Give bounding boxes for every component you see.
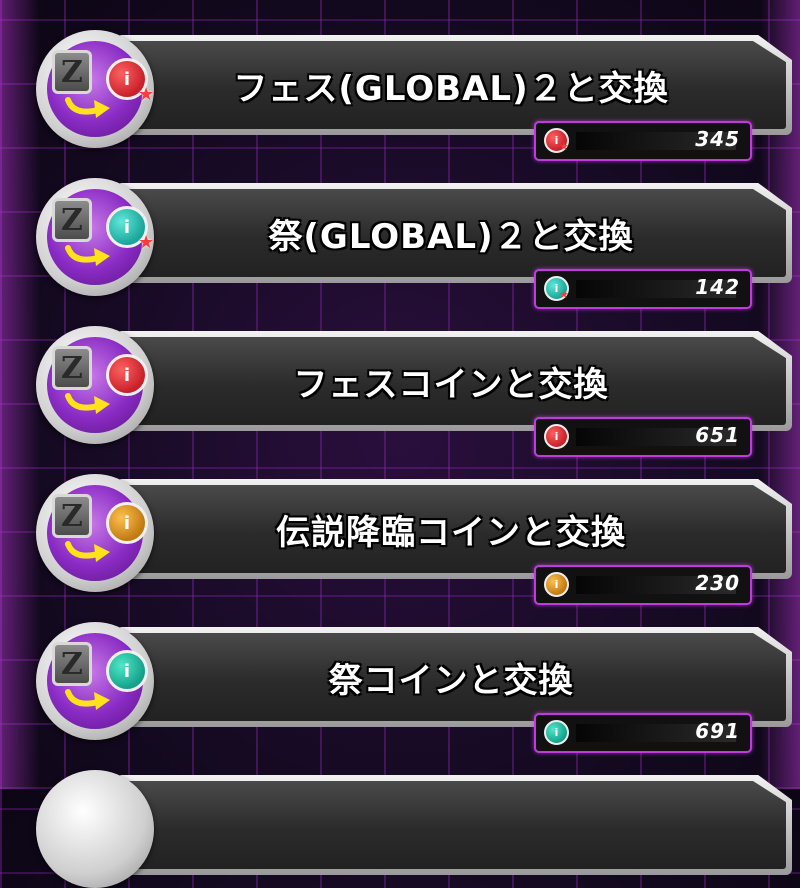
fes-coin-icon: i bbox=[106, 354, 148, 396]
exchange-arrow-icon bbox=[65, 689, 110, 710]
coin-count-value: 230 bbox=[695, 571, 740, 595]
coin-count-box: i 230 bbox=[534, 565, 752, 605]
star-icon: ★ bbox=[138, 84, 155, 105]
exchange-medallion: Z i ★ bbox=[36, 30, 154, 148]
exchange-arrow-icon bbox=[65, 541, 110, 562]
star-icon: ★ bbox=[559, 140, 569, 153]
exchange-row[interactable]: フェス(GLOBAL)２と交換 Z i ★ i ★ 345 bbox=[36, 30, 792, 165]
coin-count-box: i 651 bbox=[534, 417, 752, 457]
exchange-row[interactable]: 伝説降臨コインと交換 Z i i 230 bbox=[36, 474, 792, 609]
legend-coin-icon: i bbox=[106, 502, 148, 544]
left-border-glow bbox=[0, 0, 40, 789]
exchange-row[interactable]: 祭(GLOBAL)２と交換 Z i ★ i ★ 142 bbox=[36, 178, 792, 313]
coin-count-box: i 691 bbox=[534, 713, 752, 753]
exchange-button-label[interactable]: フェスコインと交換 bbox=[156, 339, 746, 423]
fes-coin-icon: i bbox=[544, 424, 569, 449]
exchange-row[interactable]: フェスコインと交換 Z i i 651 bbox=[36, 326, 792, 461]
coin-count-value: 345 bbox=[695, 127, 740, 151]
z-medal-icon: Z bbox=[52, 494, 92, 538]
exchange-button-label[interactable]: 祭(GLOBAL)２と交換 bbox=[156, 191, 746, 275]
matsuri-coin-icon: i bbox=[544, 720, 569, 745]
coin-count-value: 651 bbox=[695, 423, 740, 447]
exchange-arrow-icon bbox=[65, 393, 110, 414]
next-exchange-row-partial[interactable] bbox=[36, 770, 792, 888]
star-icon: ★ bbox=[559, 288, 569, 301]
exchange-arrow-icon bbox=[65, 97, 110, 118]
matsuri-coin-icon: i bbox=[106, 650, 148, 692]
exchange-medallion: Z i bbox=[36, 326, 154, 444]
exchange-medallion bbox=[36, 770, 154, 888]
exchange-button-label[interactable]: 祭コインと交換 bbox=[156, 635, 746, 719]
legend-coin-icon: i bbox=[544, 572, 569, 597]
exchange-button-label[interactable]: フェス(GLOBAL)２と交換 bbox=[156, 43, 746, 127]
coin-count-value: 691 bbox=[695, 719, 740, 743]
coin-count-box: i ★ 142 bbox=[534, 269, 752, 309]
coin-count-box: i ★ 345 bbox=[534, 121, 752, 161]
z-medal-icon: Z bbox=[52, 50, 92, 94]
z-medal-icon: Z bbox=[52, 346, 92, 390]
coin-count-value: 142 bbox=[695, 275, 740, 299]
exchange-medallion: Z i bbox=[36, 622, 154, 740]
exchange-button-label[interactable]: 伝説降臨コインと交換 bbox=[156, 487, 746, 571]
exchange-row[interactable]: 祭コインと交換 Z i i 691 bbox=[36, 622, 792, 757]
exchange-arrow-icon bbox=[65, 245, 110, 266]
exchange-bar-inner bbox=[126, 781, 786, 869]
z-medal-icon: Z bbox=[52, 642, 92, 686]
exchange-medallion: Z i bbox=[36, 474, 154, 592]
z-medal-icon: Z bbox=[52, 198, 92, 242]
star-icon: ★ bbox=[138, 232, 155, 253]
exchange-medallion: Z i ★ bbox=[36, 178, 154, 296]
